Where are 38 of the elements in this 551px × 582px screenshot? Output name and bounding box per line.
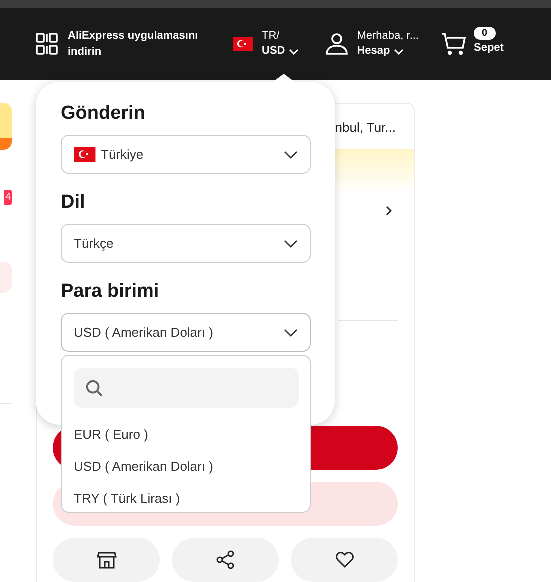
select-value: USD ( Amerikan Doları ): [74, 325, 214, 340]
flag-icon: [74, 147, 96, 162]
store-icon: [96, 550, 116, 570]
qr-code-icon[interactable]: [35, 32, 59, 56]
dropdown-option[interactable]: USD ( Amerikan Doları ): [74, 458, 214, 476]
chevron-down-icon: [284, 328, 298, 336]
search-icon: [85, 378, 104, 398]
share-button[interactable]: [172, 538, 279, 582]
chevron-down-icon: [394, 48, 404, 54]
store-button[interactable]: [53, 538, 160, 582]
app-download-link[interactable]: AliExpress uygulamasını indirin: [68, 28, 208, 60]
dropdown-option[interactable]: TRY ( Türk Lirası ): [74, 490, 180, 508]
section-title: Para birimi: [61, 280, 160, 304]
chevron-down-icon: [284, 240, 298, 248]
section-title: Gönderin: [61, 102, 146, 126]
flag-icon: [233, 37, 253, 51]
chevron-down-icon: [289, 48, 300, 54]
user-icon[interactable]: [325, 32, 350, 56]
chevron-right-icon[interactable]: [386, 206, 392, 216]
product-thumbnail[interactable]: [0, 103, 12, 150]
heart-icon: [334, 550, 354, 570]
cart-label[interactable]: Sepet: [474, 42, 504, 54]
cart-count-badge: 0: [474, 26, 496, 40]
cart-icon[interactable]: [441, 32, 467, 56]
select-value: Türkiye: [101, 147, 145, 162]
select-field[interactable]: Türkçe: [61, 224, 311, 263]
section-title: Dil: [61, 191, 86, 215]
chevron-down-icon: [284, 150, 298, 158]
search-field[interactable]: [74, 368, 299, 408]
select-field[interactable]: USD ( Amerikan Doları ): [61, 313, 311, 352]
share-icon: [216, 550, 236, 570]
select-field[interactable]: Türkiye: [61, 135, 311, 174]
dropdown-option[interactable]: EUR ( Euro ): [74, 426, 148, 444]
account-menu[interactable]: Merhaba, r... Hesap: [357, 29, 419, 59]
region-selector[interactable]: TR/ USD: [262, 29, 300, 59]
discount-badge: 4: [4, 190, 12, 205]
select-value: Türkçe: [74, 236, 115, 251]
shipping-address[interactable]: nbul, Tur...: [335, 120, 396, 135]
